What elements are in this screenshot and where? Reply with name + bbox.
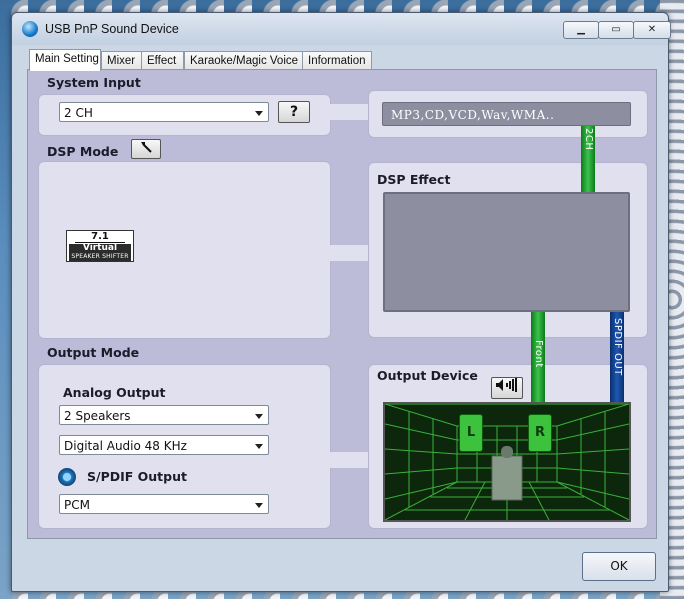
system-input-heading: System Input (47, 75, 141, 90)
spdif-out-label: SPDIF OUT (612, 318, 623, 376)
title-bar[interactable]: USB PnP Sound Device ▁ ▭ ✕ (12, 13, 671, 45)
virtual-7-1-badge: 7.1 Virtual SPEAKER SHIFTER (66, 230, 134, 262)
digital-audio-value: Digital Audio 48 KHz (64, 439, 187, 453)
2ch-signal-bar: 2CH (581, 126, 595, 192)
app-icon (22, 21, 38, 37)
chevron-down-icon (255, 444, 263, 449)
chevron-down-icon (255, 111, 263, 116)
media-formats-display: MP3,CD,VCD,Wav,WMA.. (382, 102, 631, 126)
chevron-down-icon (255, 414, 263, 419)
digital-audio-select[interactable]: Digital Audio 48 KHz (59, 435, 269, 455)
hammer-icon (141, 142, 152, 153)
speaker-volume-icon (496, 378, 517, 392)
right-speaker-icon[interactable]: R (528, 414, 552, 452)
dsp-effect-heading: DSP Effect (377, 172, 451, 187)
window-title: USB PnP Sound Device (45, 22, 179, 36)
speaker-room-visualization: L R (383, 402, 631, 522)
speakers-value: 2 Speakers (64, 409, 131, 423)
tab-effect[interactable]: Effect (141, 51, 184, 70)
tab-karaoke-magic-voice[interactable]: Karaoke/Magic Voice (184, 51, 303, 70)
badge-line3: SPEAKER SHIFTER (69, 253, 131, 261)
left-speaker-icon[interactable]: L (459, 414, 483, 452)
help-button[interactable]: ? (278, 101, 310, 123)
close-button[interactable]: ✕ (633, 21, 671, 39)
chevron-down-icon (255, 503, 263, 508)
spdif-output-select[interactable]: PCM (59, 494, 269, 514)
connector (328, 104, 370, 120)
left-speaker-label: L (466, 425, 476, 440)
front-signal-bar: Front (531, 312, 545, 402)
output-device-heading: Output Device (377, 368, 478, 383)
room-grid (385, 404, 629, 520)
system-input-select[interactable]: 2 CH (59, 102, 269, 122)
spdif-toggle-icon[interactable] (58, 468, 76, 486)
maximize-icon: ▭ (611, 24, 621, 35)
output-mode-heading: Output Mode (47, 345, 140, 360)
close-icon: ✕ (647, 24, 657, 35)
dsp-mode-heading: DSP Mode (47, 144, 119, 159)
connector (328, 452, 370, 468)
connector (328, 245, 370, 261)
speakers-select[interactable]: 2 Speakers (59, 405, 269, 425)
dsp-mode-tool-button[interactable] (131, 139, 161, 159)
badge-line2: Virtual (69, 244, 131, 253)
tab-information[interactable]: Information (302, 51, 372, 70)
system-input-value: 2 CH (64, 106, 93, 120)
dsp-effect-display (383, 192, 630, 312)
minimize-button[interactable]: ▁ (563, 21, 599, 39)
maximize-button[interactable]: ▭ (598, 21, 634, 39)
right-speaker-label: R (534, 425, 545, 440)
speaker-test-button[interactable] (491, 377, 523, 399)
2ch-label: 2CH (583, 128, 594, 151)
front-label: Front (533, 340, 544, 368)
analog-output-heading: Analog Output (63, 385, 166, 400)
spdif-out-signal-bar: SPDIF OUT (610, 312, 624, 402)
tab-mixer[interactable]: Mixer (101, 51, 142, 70)
ok-button[interactable]: OK (582, 552, 656, 581)
spdif-output-value: PCM (64, 498, 90, 512)
tab-main-setting[interactable]: Main Setting (29, 49, 101, 71)
badge-line1: 7.1 (75, 231, 125, 243)
minimize-icon: ▁ (577, 24, 585, 35)
spdif-output-heading: S/PDIF Output (87, 469, 187, 484)
